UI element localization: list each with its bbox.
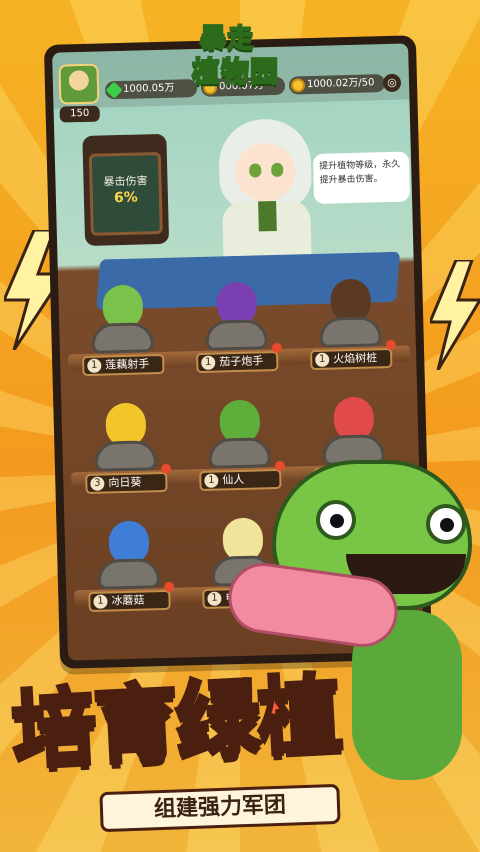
plant-pot — [319, 316, 382, 348]
gem-counter[interactable]: 1000.05万 — [104, 78, 198, 100]
notification-dot — [163, 581, 175, 593]
plant-tag: 3 向日葵 — [85, 471, 168, 495]
plant-tag: 1 冰蘑菇 — [88, 589, 171, 612]
plant-tag: 1 莲藕射手 — [82, 353, 165, 377]
crit-damage-board[interactable]: 暴击伤害 6% — [82, 133, 170, 246]
banner-title-part2: 绿植 — [172, 663, 345, 773]
board-value: 6% — [113, 189, 139, 207]
shopkeeper-character — [204, 108, 328, 261]
plant-name: 莲藕射手 — [105, 357, 150, 372]
plant-slot[interactable]: 3 向日葵 — [79, 400, 172, 502]
plant-pot — [205, 319, 268, 351]
gem-icon — [105, 81, 123, 99]
notification-dot — [385, 339, 396, 351]
tip-speech-bubble: 提升植物等级，永久提升暴击伤害。 — [312, 151, 411, 204]
energy-value: 1000.02万/50 — [306, 77, 375, 91]
lightning-bolt-right — [430, 260, 480, 370]
gem-value: 1000.05万 — [122, 82, 175, 95]
energy-counter[interactable]: 1000.02万/50 — [288, 74, 386, 95]
notification-dot — [160, 463, 172, 475]
player-avatar[interactable] — [58, 63, 100, 105]
banner-title: 培育绿植 — [8, 657, 435, 783]
banner-title-part1: 培育 — [8, 671, 181, 781]
plant-pot — [97, 558, 161, 590]
game-logo: 暴走 植物园 — [186, 14, 298, 98]
notification-dot — [271, 342, 283, 354]
plant-slot[interactable]: 1 火焰树桩 — [304, 276, 397, 378]
plant-name: 茄子炮手 — [219, 354, 264, 369]
plant-tag: 1 茄子炮手 — [196, 350, 279, 374]
plant-name: 冰蘑菇 — [111, 593, 145, 608]
plant-name: 向日葵 — [108, 475, 142, 490]
board-label: 暴击伤害 — [103, 174, 148, 189]
plant-slot[interactable]: 1 茄子炮手 — [190, 279, 283, 381]
plant-name: 火焰树桩 — [333, 351, 378, 366]
plant-pot — [91, 322, 154, 354]
plant-pot — [94, 440, 158, 472]
plant-slot[interactable]: 1 莲藕射手 — [76, 282, 169, 384]
banner-subtitle: 组建强力军团 — [99, 783, 341, 833]
player-level: 150 — [59, 105, 100, 123]
logo-line-2: 植物园 — [191, 54, 280, 89]
plant-slot[interactable]: 1 冰蘑菇 — [82, 518, 175, 620]
plant-tag: 1 火焰树桩 — [309, 347, 393, 371]
